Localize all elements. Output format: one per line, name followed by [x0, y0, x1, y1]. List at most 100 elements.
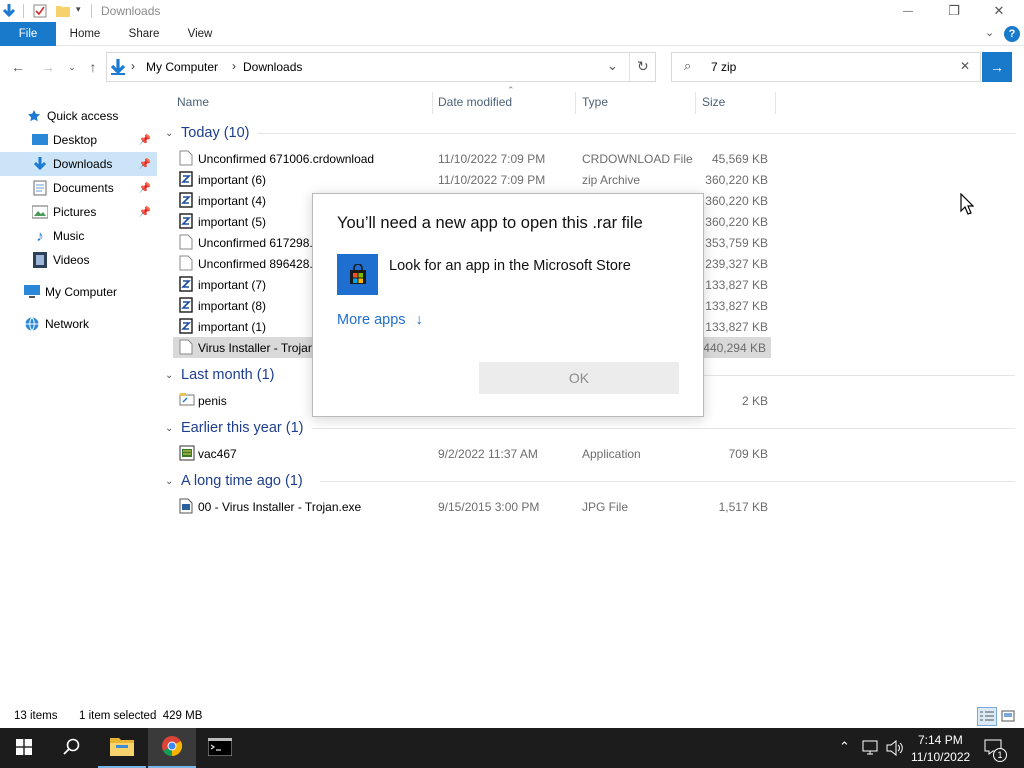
minimize-icon: — [903, 5, 913, 17]
search-box[interactable]: ⌕ 7 zip ✕ [671, 52, 981, 82]
sidebar-item-label: Network [45, 317, 90, 331]
up-button[interactable]: ↑ [83, 59, 103, 75]
store-option-label[interactable]: Look for an app in the Microsoft Store [389, 258, 631, 274]
microsoft-store-icon[interactable] [337, 254, 378, 295]
file-name: important (1) [198, 320, 267, 334]
column-header-name[interactable]: Name [177, 95, 209, 109]
group-header-today[interactable]: ⌄ Today (10) [165, 122, 250, 144]
large-icons-view-icon[interactable] [1001, 709, 1015, 726]
network-status-icon[interactable] [862, 740, 880, 759]
application-icon [179, 445, 195, 461]
file-size: 440,294 KB [703, 341, 766, 355]
tab-share[interactable]: Share [122, 22, 166, 46]
address-divider [629, 53, 630, 81]
clear-search-icon[interactable]: ✕ [960, 59, 970, 73]
videos-icon [32, 252, 48, 268]
help-icon[interactable]: ? [1004, 26, 1020, 42]
zip-archive-icon [179, 213, 193, 229]
close-button[interactable]: ✕ [976, 0, 1022, 22]
pin-icon[interactable]: 📌 [139, 183, 151, 194]
file-name: Unconfirmed 671006.crdownload [198, 152, 375, 166]
properties-icon[interactable] [33, 4, 47, 21]
taskbar-file-explorer[interactable] [98, 728, 146, 768]
ok-button[interactable]: OK [479, 362, 679, 394]
table-row[interactable]: Unconfirmed 671006.crdownload 11/10/2022… [173, 148, 773, 169]
sidebar-item-documents[interactable]: Documents 📌 [0, 176, 157, 200]
pin-icon[interactable]: 📌 [139, 135, 151, 146]
column-divider[interactable] [575, 92, 576, 114]
refresh-icon[interactable]: ↻ [637, 58, 649, 75]
tab-file[interactable]: File [0, 22, 56, 46]
column-divider[interactable] [775, 92, 776, 114]
breadcrumb-my-computer[interactable]: My Computer [146, 60, 218, 74]
taskbar-chrome[interactable] [148, 728, 196, 768]
group-label: A long time ago (1) [181, 473, 303, 489]
column-divider[interactable] [432, 92, 433, 114]
column-header-type[interactable]: Type [582, 95, 608, 109]
downloads-quick-icon[interactable] [2, 3, 16, 22]
column-header-size[interactable]: Size [702, 95, 725, 109]
file-type: JPG File [582, 500, 629, 514]
address-dropdown-icon[interactable]: ⌄ [607, 58, 618, 74]
expand-ribbon-icon[interactable]: ⌄ [985, 26, 994, 39]
pin-icon[interactable]: 📌 [139, 207, 151, 218]
taskbar-search-button[interactable] [48, 728, 96, 768]
sidebar-item-desktop[interactable]: Desktop 📌 [0, 128, 157, 152]
tab-view[interactable]: View [180, 22, 220, 46]
folder-icon [110, 736, 134, 759]
search-input[interactable]: 7 zip [711, 60, 736, 74]
file-date: 11/10/2022 7:09 PM [438, 173, 546, 187]
arrow-right-icon: → [990, 59, 1004, 75]
file-icon [179, 255, 193, 271]
forward-button[interactable]: → [38, 59, 58, 75]
sidebar-item-videos[interactable]: Videos [0, 248, 157, 272]
group-header-earlier-this-year[interactable]: ⌄ Earlier this year (1) [165, 417, 303, 439]
clock-date[interactable]: 11/10/2022 [911, 750, 970, 764]
sidebar-item-pictures[interactable]: Pictures 📌 [0, 200, 157, 224]
sidebar-item-downloads[interactable]: Downloads 📌 [0, 152, 157, 176]
group-divider [312, 428, 1015, 429]
arrow-down-icon: ↓ [415, 312, 423, 328]
more-apps-link[interactable]: More apps ↓ [337, 312, 423, 328]
file-type: CRDOWNLOAD File [582, 152, 693, 166]
taskbar-command-prompt[interactable] [196, 728, 244, 768]
table-row[interactable]: 00 - Virus Installer - Trojan.exe 9/15/2… [173, 496, 773, 517]
start-button[interactable] [0, 728, 48, 768]
group-divider [320, 481, 1015, 482]
file-name: important (8) [198, 299, 267, 313]
file-type: Application [582, 447, 641, 461]
search-go-button[interactable]: → [982, 52, 1012, 82]
volume-icon[interactable] [886, 739, 904, 759]
sidebar-item-network[interactable]: Network [0, 312, 157, 336]
recent-locations-button[interactable]: ⌄ [62, 62, 82, 73]
file-name: 00 - Virus Installer - Trojan.exe [198, 500, 362, 514]
clock-time[interactable]: 7:14 PM [918, 733, 963, 747]
details-view-icon[interactable] [977, 707, 997, 726]
restore-button[interactable]: ❐ [931, 0, 977, 22]
chevron-down-icon: ⌄ [165, 422, 174, 434]
table-row[interactable]: vac467 9/2/2022 11:37 AM Application 709… [173, 443, 773, 464]
table-row[interactable]: important (6) 11/10/2022 7:09 PM zip Arc… [173, 169, 773, 190]
music-icon: ♪ [36, 227, 44, 245]
file-size: 45,569 KB [711, 152, 768, 166]
navigation-pane: Quick access Desktop 📌 Downloads 📌 Docum… [0, 88, 157, 708]
new-folder-icon[interactable] [56, 4, 70, 20]
show-hidden-icons-chevron-icon[interactable]: ⌃ [839, 739, 850, 755]
sidebar-item-music[interactable]: ♪ Music [0, 224, 157, 248]
back-button[interactable]: ← [8, 59, 28, 75]
breadcrumb-separator: › [232, 59, 236, 73]
column-header-date[interactable]: Date modified [438, 95, 512, 109]
customize-toolbar-icon[interactable]: ▾ [76, 4, 81, 15]
tab-home[interactable]: Home [62, 22, 108, 46]
sidebar-item-my-computer[interactable]: My Computer [0, 280, 157, 304]
column-divider[interactable] [695, 92, 696, 114]
group-header-last-month[interactable]: ⌄ Last month (1) [165, 364, 275, 386]
sidebar-item-quick-access[interactable]: Quick access [0, 104, 157, 128]
address-bar[interactable]: › My Computer › Downloads ⌄ ↻ [106, 52, 656, 82]
desktop-icon [32, 132, 48, 148]
minimize-button[interactable]: — [885, 0, 931, 22]
pin-icon[interactable]: 📌 [139, 159, 151, 170]
file-name: Unconfirmed 617298.c [198, 236, 319, 250]
group-header-long-time-ago[interactable]: ⌄ A long time ago (1) [165, 470, 303, 492]
breadcrumb-downloads[interactable]: Downloads [243, 60, 302, 74]
